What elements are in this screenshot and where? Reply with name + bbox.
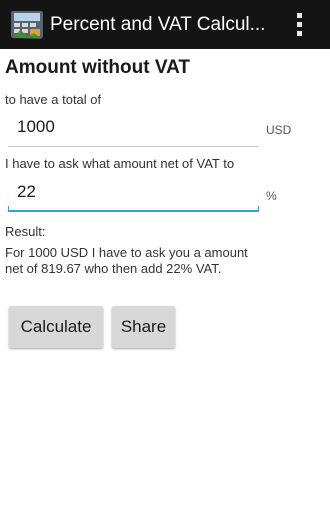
menu-dot: [297, 22, 302, 27]
share-button[interactable]: Share: [112, 306, 175, 348]
currency-unit: USD: [266, 123, 292, 137]
vat-percent-value: 22: [17, 182, 36, 201]
result-text: For 1000 USD I have to ask you a amount …: [5, 245, 248, 276]
calculate-button[interactable]: Calculate: [9, 306, 103, 348]
input-underline-cap-left: [8, 206, 9, 212]
overflow-menu-icon[interactable]: [290, 12, 310, 38]
calculator-icon[interactable]: [10, 8, 44, 40]
app-title: Percent and VAT Calcul...: [50, 14, 266, 35]
result-label: Result:: [5, 224, 46, 239]
input-underline-focused: [8, 210, 259, 212]
vat-percent-input[interactable]: 22: [8, 176, 259, 212]
total-amount-value: 1000: [17, 117, 55, 136]
input-underline-cap-right: [258, 206, 259, 212]
menu-dot: [297, 31, 302, 36]
total-label: to have a total of: [5, 92, 102, 107]
input-underline: [8, 146, 259, 147]
percent-unit: %: [266, 189, 277, 203]
page-title: Amount without VAT: [5, 57, 191, 78]
total-amount-input[interactable]: 1000: [8, 111, 259, 147]
action-bar: Percent and VAT Calcul...: [0, 0, 330, 49]
vat-label: I have to ask what amount net of VAT to: [5, 156, 235, 171]
main-content: Amount without VAT to have a total of 10…: [0, 49, 330, 526]
menu-dot: [297, 13, 302, 18]
